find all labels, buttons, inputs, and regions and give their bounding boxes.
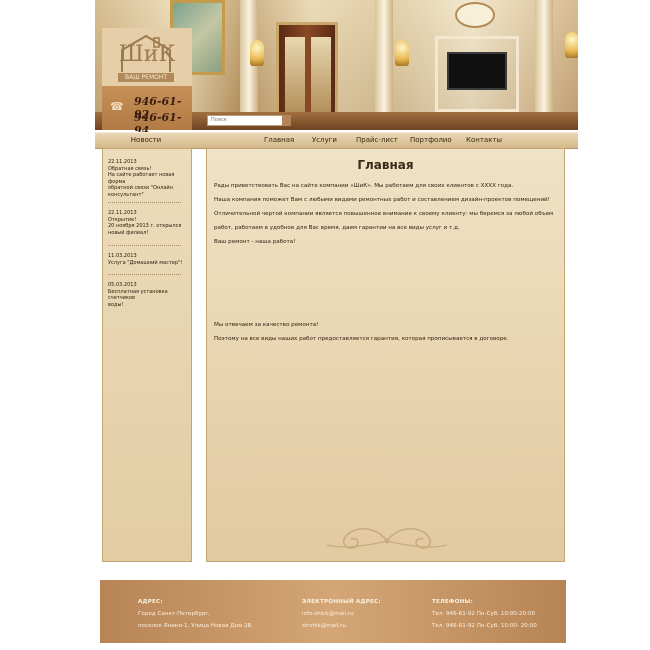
content-paragraph: Наша компания поможет Вам с любыми видам… <box>214 197 550 203</box>
footer-email-heading: ЭЛЕКТРОННЫЙ АДРЕС: <box>302 599 381 605</box>
footer-address: АДРЕС: Город Санкт-Петербург, поселок Ян… <box>138 596 253 632</box>
news-line: На сайте работает новая форма <box>108 172 175 185</box>
footer-email: ЭЛЕКТРОННЫЙ АДРЕС: info.shick@mail.ru st… <box>302 596 381 632</box>
hero-clock <box>455 2 495 28</box>
main-nav: Новости Главная Услуги Прайс-лист Портфо… <box>95 132 578 149</box>
content-paragraph: Мы отвечаем за качество ремонта! <box>214 322 319 328</box>
nav-item-portfolio[interactable]: Портфолио <box>410 133 452 148</box>
news-divider <box>108 202 181 203</box>
news-item[interactable]: 11.03.2013 Услуга "Домашний мастер"! <box>108 253 188 266</box>
nav-news[interactable]: Новости <box>95 133 197 148</box>
news-item[interactable]: 05.03.2013 Бесплатная установка счетчико… <box>108 282 188 308</box>
content-paragraph: Ваш ремонт - наша работа! <box>214 239 296 245</box>
footer-phone-line: Тел. 946-61-92 Пн-Суб. 10:00- 20:00 <box>432 623 537 629</box>
news-line: 20 ноября 2013 г. открылся <box>108 223 182 229</box>
nav-item-services[interactable]: Услуги <box>312 133 337 148</box>
hero-column <box>375 0 393 130</box>
news-item[interactable]: 22.11.2013 Открытие! 20 ноября 2013 г. о… <box>108 210 188 236</box>
main-content: Главная Рады приветствовать Вас на сайте… <box>206 148 565 562</box>
wall-sconce <box>250 40 264 66</box>
wall-sconce <box>395 40 409 66</box>
news-line: Услуга "Домашний мастер"! <box>108 259 183 266</box>
footer-address-heading: АДРЕС: <box>138 599 163 605</box>
content-paragraph: Поэтому на все виды наших работ предоста… <box>214 336 509 342</box>
content-paragraph: Отличительной чертой компании является п… <box>214 211 554 217</box>
phone-panel: ☎ 946-61-92 946-61-94 <box>102 86 192 137</box>
footer-phones-heading: ТЕЛЕФОНЫ: <box>432 599 473 605</box>
footer-address-line: поселок Янино-1, Улица Новая Дом 2Б. <box>138 623 254 629</box>
news-item[interactable]: 22.11.2013 Обратная связь! На сайте рабо… <box>108 159 188 198</box>
phone-icon: ☎ <box>110 100 124 113</box>
footer-email-link[interactable]: strshik@mail.ru <box>302 620 381 632</box>
content-paragraph: работ, работаем в удобное для Вас время,… <box>214 225 460 231</box>
page-title: Главная <box>357 158 414 172</box>
news-sidebar: 22.11.2013 Обратная связь! На сайте рабо… <box>102 148 192 562</box>
hero-column <box>535 0 553 130</box>
news-line: воды! <box>108 301 124 308</box>
news-line: Бесплатная установка счетчиков <box>108 288 168 302</box>
footer-phones: ТЕЛЕФОНЫ: Тел. 946-61-92 Пн-Суб. 10:00-2… <box>432 596 537 632</box>
site-footer: АДРЕС: Город Санкт-Петербург, поселок Ян… <box>100 580 566 643</box>
search-input[interactable]: Поиск <box>207 115 284 126</box>
footer-address-line: Город Санкт-Петербург, <box>138 611 211 617</box>
news-divider <box>108 245 181 246</box>
nav-item-home[interactable]: Главная <box>264 133 294 148</box>
nav-item-contacts[interactable]: Контакты <box>466 133 502 148</box>
logo-text: ШиК <box>118 42 176 67</box>
nav-item-price[interactable]: Прайс-лист <box>356 133 398 148</box>
hero-tv <box>447 52 507 90</box>
news-divider <box>108 274 181 275</box>
news-line: новый филиал! <box>108 229 149 236</box>
news-line: консультант" <box>108 191 144 198</box>
footer-email-link[interactable]: info.shick@mail.ru <box>302 608 381 620</box>
logo-tagline: ВАШ РЕМОНТ <box>118 73 174 82</box>
ornament-flourish <box>326 528 448 549</box>
site-logo[interactable]: ШиК ВАШ РЕМОНТ <box>102 28 192 86</box>
footer-phone-line: Тел. 946-61-92 Пн-Суб. 10:00-20:00 <box>432 611 536 617</box>
search-button[interactable] <box>282 115 291 126</box>
wall-sconce <box>565 32 578 58</box>
content-paragraph: Рады приветствовать Вас на сайте компани… <box>214 183 514 189</box>
